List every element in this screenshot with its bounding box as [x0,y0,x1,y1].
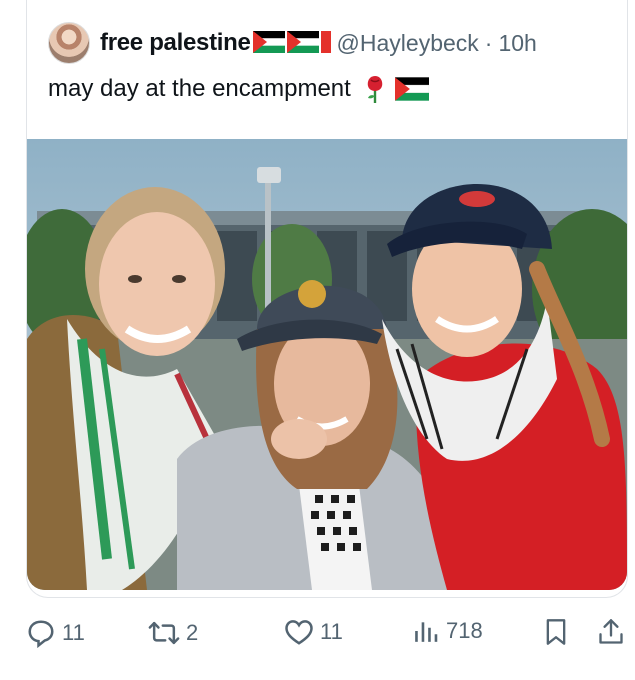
views-button[interactable]: 718 [412,618,483,644]
handle-text: @Hayleybeck [336,29,479,56]
photo-image [27,139,627,590]
share-icon [599,619,623,644]
tweet-text-content: may day at the encampment [48,75,351,102]
avatar[interactable] [48,22,90,64]
palestine-flag-icon [394,77,429,101]
display-name-text: free palestine [100,29,251,56]
retweet-icon [148,621,180,645]
retweet-count: 2 [186,620,199,645]
views-count: 718 [446,618,483,643]
retweet-button[interactable]: 2 [148,618,198,648]
heart-icon [285,620,313,645]
reply-icon [28,620,54,648]
tweet-photo[interactable] [27,139,627,590]
tweet-actions: 11 2 11 718 [0,608,635,658]
share-button[interactable] [597,618,625,646]
like-count: 11 [320,619,343,644]
handle[interactable]: @Hayleybeck · 10h [337,30,537,57]
views-chart-icon [415,622,438,642]
rose-icon [367,76,383,103]
tweet-text: may day at the encampment [48,74,429,104]
palestine-flag-icon [320,31,331,53]
palestine-flag-icon [286,31,319,53]
timestamp[interactable]: 10h [498,30,536,56]
reply-button[interactable]: 11 [26,618,85,648]
reply-count: 11 [62,620,85,645]
tweet-header: free palestine @Hayleybeck · 10h [48,20,537,66]
bookmark-button[interactable] [543,618,569,646]
like-button[interactable]: 11 [284,618,343,646]
palestine-flag-icon [252,31,285,53]
separator-dot: · [484,29,493,56]
bookmark-icon [546,619,566,645]
display-name[interactable]: free palestine [100,29,331,57]
